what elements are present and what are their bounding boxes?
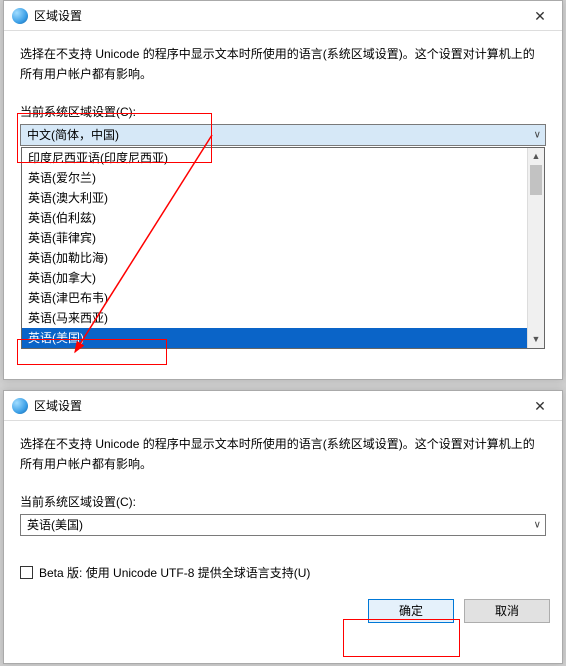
locale-option[interactable]: 英语(爱尔兰) [22,168,544,188]
description-text: 选择在不支持 Unicode 的程序中显示文本时所使用的语言(系统区域设置)。这… [20,45,546,85]
scroll-thumb[interactable] [530,165,542,195]
globe-icon [12,8,28,24]
region-settings-dialog-bottom: 区域设置 ✕ 选择在不支持 Unicode 的程序中显示文本时所使用的语言(系统… [3,390,563,664]
cancel-button-label: 取消 [495,602,519,619]
locale-field-label: 当前系统区域设置(C): [20,493,546,510]
locale-selected-value: 中文(简体，中国) [27,126,119,143]
locale-selected-value: 英语(美国) [27,516,83,533]
chevron-down-icon: ∨ [534,129,541,140]
locale-option[interactable]: 英语(马来西亚) [22,308,544,328]
dialog-body: 选择在不支持 Unicode 的程序中显示文本时所使用的语言(系统区域设置)。这… [4,421,562,591]
dialog-title: 区域设置 [34,7,82,24]
dialog-title: 区域设置 [34,397,82,414]
locale-combobox[interactable]: 英语(美国) ∨ [20,514,546,536]
chevron-down-icon: ∨ [534,519,541,530]
locale-option[interactable]: 英语(加拿大) [22,268,544,288]
scroll-down-button[interactable]: ▼ [528,331,544,348]
cancel-button[interactable]: 取消 [464,599,550,623]
globe-icon [12,398,28,414]
close-icon: ✕ [534,8,546,25]
beta-utf8-checkbox-row[interactable]: Beta 版: 使用 Unicode UTF-8 提供全球语言支持(U) [20,564,546,581]
titlebar[interactable]: 区域设置 ✕ [4,1,562,31]
titlebar[interactable]: 区域设置 ✕ [4,391,562,421]
locale-field-label: 当前系统区域设置(C): [20,103,546,120]
ok-button-label: 确定 [399,602,423,619]
locale-option[interactable]: 英语(美国) [22,328,544,348]
locale-combobox[interactable]: 中文(简体，中国) ∨ 印度尼西亚语(印度尼西亚)英语(爱尔兰)英语(澳大利亚)… [20,124,546,146]
scroll-track[interactable] [528,165,544,331]
close-button[interactable]: ✕ [518,1,562,31]
beta-utf8-label: Beta 版: 使用 Unicode UTF-8 提供全球语言支持(U) [39,564,310,581]
locale-option[interactable]: 英语(菲律宾) [22,228,544,248]
locale-dropdown-list: 印度尼西亚语(印度尼西亚)英语(爱尔兰)英语(澳大利亚)英语(伯利兹)英语(菲律… [21,147,545,349]
dropdown-scrollbar[interactable]: ▲ ▼ [527,148,544,348]
ok-button[interactable]: 确定 [368,599,454,623]
region-settings-dialog-top: 区域设置 ✕ 选择在不支持 Unicode 的程序中显示文本时所使用的语言(系统… [3,0,563,380]
locale-option[interactable]: 英语(澳大利亚) [22,188,544,208]
close-icon: ✕ [534,398,546,415]
locale-option[interactable]: 英语(伯利兹) [22,208,544,228]
description-text: 选择在不支持 Unicode 的程序中显示文本时所使用的语言(系统区域设置)。这… [20,435,546,475]
locale-option[interactable]: 英语(加勒比海) [22,248,544,268]
locale-option[interactable]: 英语(津巴布韦) [22,288,544,308]
beta-utf8-checkbox[interactable] [20,566,33,579]
locale-option[interactable]: 印度尼西亚语(印度尼西亚) [22,148,544,168]
dialog-button-row: 确定 取消 [4,591,562,633]
scroll-up-button[interactable]: ▲ [528,148,544,165]
close-button[interactable]: ✕ [518,391,562,421]
dialog-body: 选择在不支持 Unicode 的程序中显示文本时所使用的语言(系统区域设置)。这… [4,31,562,156]
